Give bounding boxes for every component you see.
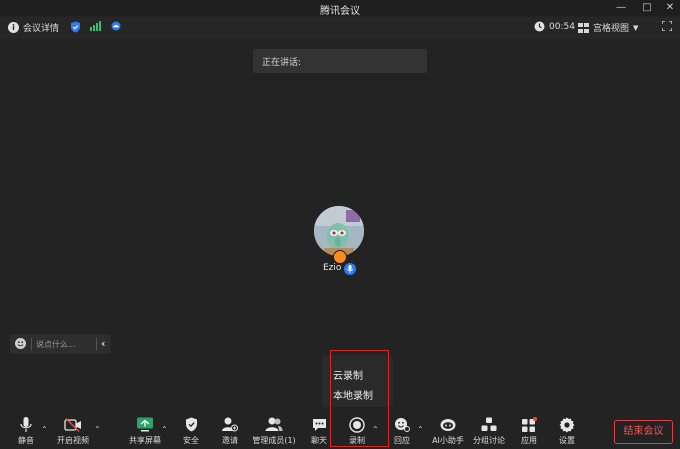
members-icon (265, 417, 283, 431)
record-button[interactable]: 录制 (337, 416, 377, 446)
settings-button[interactable]: 设置 (547, 416, 587, 446)
chat-input-bar[interactable]: 说点什么... ‹ (10, 334, 111, 354)
share-options-caret-icon[interactable]: ⌃ (161, 425, 168, 434)
mute-label: 静音 (18, 436, 34, 445)
mute-button[interactable]: 静音 (6, 416, 46, 446)
chevron-left-icon[interactable]: ‹ (101, 337, 106, 350)
camera-off-icon (64, 417, 81, 432)
mute-options-caret-icon[interactable]: ⌃ (41, 425, 48, 434)
reaction-options-caret-icon[interactable]: ⌃ (417, 425, 424, 434)
timer: 00:54 (534, 21, 575, 32)
maximize-icon[interactable]: □ (638, 1, 656, 15)
reaction-icon (395, 418, 410, 432)
participant-name: Ezio (323, 263, 341, 273)
apps-icon (522, 416, 537, 432)
invite-button[interactable]: 邀请 (210, 416, 250, 446)
cloud-icon[interactable] (110, 21, 122, 31)
title-bar: 腾讯会议 — □ ✕ (0, 0, 680, 17)
ai-assistant-icon (440, 418, 456, 431)
close-icon[interactable]: ✕ (661, 1, 679, 15)
record-options-caret-icon[interactable]: ⌃ (372, 425, 379, 434)
speaking-label: 正在讲话: (262, 58, 302, 68)
share-screen-label: 共享屏幕 (129, 436, 161, 445)
invite-user-icon (222, 417, 238, 432)
gear-icon (559, 417, 575, 432)
microphone-icon (20, 416, 32, 432)
end-meeting-button[interactable]: 结束会议 (614, 420, 673, 444)
divider (31, 338, 32, 350)
settings-label: 设置 (559, 436, 575, 445)
breakout-rooms-icon (481, 417, 497, 431)
chevron-down-icon: ▼ (633, 23, 639, 32)
fullscreen-icon[interactable] (662, 21, 672, 31)
security-shield-icon[interactable] (70, 21, 81, 33)
host-badge-icon (333, 250, 347, 264)
shield-icon (185, 417, 197, 432)
reaction-label: 回应 (394, 436, 410, 445)
start-video-label: 开启视频 (57, 436, 89, 445)
mic-active-icon (344, 263, 356, 275)
avatar[interactable] (314, 206, 364, 256)
signal-icon[interactable] (90, 21, 101, 31)
video-options-caret-icon[interactable]: ⌃ (94, 425, 101, 434)
info-bar: i 会议详情 00:54 宫格视图 ▼ (0, 17, 680, 39)
share-screen-icon (137, 417, 153, 432)
manage-members-button[interactable]: 管理成员(1) (252, 416, 296, 446)
record-icon (349, 416, 365, 433)
window-title: 腾讯会议 (320, 6, 360, 17)
meeting-details-button[interactable]: i 会议详情 (8, 21, 59, 34)
info-icon: i (8, 22, 19, 33)
start-video-button[interactable]: 开启视频 (53, 416, 93, 446)
clock-icon (534, 21, 545, 32)
grid-view-icon (578, 22, 589, 33)
view-mode-label: 宫格视图 (593, 24, 630, 34)
participant-name-text: Ezio (323, 263, 342, 273)
speaking-indicator: 正在讲话: (253, 49, 427, 73)
view-mode-dropdown[interactable]: 宫格视图 ▼ (578, 21, 638, 34)
timer-value: 00:54 (549, 21, 575, 32)
emoji-icon[interactable] (15, 338, 26, 349)
minimize-icon[interactable]: — (612, 1, 630, 15)
chat-input[interactable]: 说点什么... (36, 339, 76, 350)
meeting-details-label: 会议详情 (23, 24, 60, 34)
divider (96, 338, 97, 350)
ai-assistant-button[interactable]: AI小助手 (428, 416, 468, 446)
reaction-button[interactable]: 回应 (382, 416, 422, 446)
share-screen-button[interactable]: 共享屏幕 (125, 416, 165, 446)
chat-bubble-icon (312, 418, 326, 431)
